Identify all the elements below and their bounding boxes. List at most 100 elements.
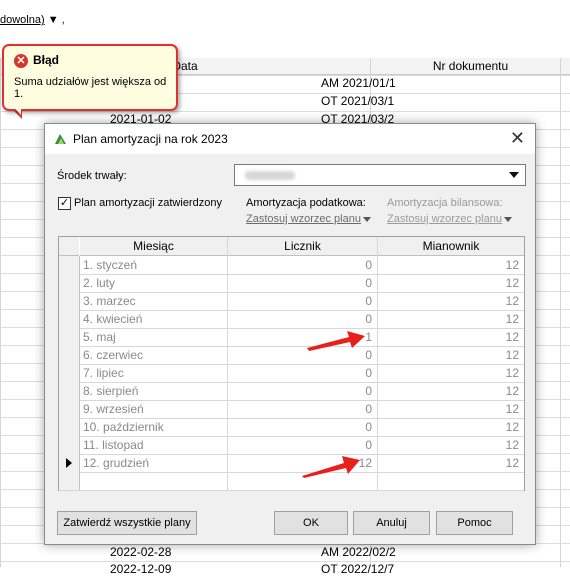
numerator-cell[interactable]: 0 — [229, 364, 372, 382]
denominator-cell[interactable]: 12 — [379, 346, 519, 364]
denominator-cell[interactable]: 12 — [379, 382, 519, 400]
grid-header-numerator[interactable]: Licznik — [228, 237, 377, 256]
month-cell[interactable]: 4. kwiecień — [83, 310, 223, 328]
tax-depreciation-label: Amortyzacja podatkowa: — [246, 197, 366, 209]
dialog-title: Plan amortyzacji na rok 2023 — [73, 132, 228, 146]
grid-header-denominator[interactable]: Mianownik — [378, 237, 524, 256]
table-row[interactable]: 1. styczeń 0 12 — [59, 256, 524, 275]
approved-checkbox-label[interactable]: Plan amortyzacji zatwierdzony — [74, 197, 222, 209]
month-cell[interactable]: 10. październik — [83, 418, 223, 436]
row-indicator[interactable] — [59, 256, 80, 274]
denominator-cell[interactable]: 12 — [379, 274, 519, 292]
month-cell[interactable]: 1. styczeń — [83, 256, 223, 274]
denominator-cell[interactable]: 12 — [379, 328, 519, 346]
table-row[interactable]: 4. kwiecień 0 12 — [59, 310, 524, 329]
asset-label: Środek trwały: — [57, 170, 127, 182]
bg-row-doc: OT 2021/03/1 — [321, 94, 395, 108]
table-row-empty[interactable] — [59, 472, 524, 491]
bg-row-date: 2022-02-28 — [110, 545, 172, 559]
table-row[interactable]: 6. czerwiec 0 12 — [59, 346, 524, 365]
numerator-cell[interactable]: 0 — [229, 292, 372, 310]
bg-row-doc: OT 2022/12/7 — [321, 562, 395, 576]
month-cell[interactable]: 8. sierpień — [83, 382, 223, 400]
numerator-cell[interactable]: 0 — [229, 382, 372, 400]
row-indicator[interactable] — [59, 364, 80, 382]
row-indicator[interactable] — [59, 292, 80, 310]
table-row[interactable]: 11. listopad 0 12 — [59, 436, 524, 455]
month-cell[interactable]: 2. luty — [83, 274, 223, 292]
dialog-titlebar[interactable]: Plan amortyzacji na rok 2023 ✕ — [45, 124, 535, 154]
denominator-cell[interactable]: 12 — [379, 454, 519, 472]
st-logo-icon — [55, 134, 66, 144]
table-row[interactable]: 12. grudzień 12 12 — [59, 454, 524, 473]
table-row[interactable]: 3. marzec 0 12 — [59, 292, 524, 311]
annotation-arrow-icon — [307, 331, 365, 351]
bg-row-doc: AM 2022/02/2 — [321, 545, 396, 559]
row-indicator[interactable] — [59, 382, 80, 400]
denominator-cell[interactable]: 12 — [379, 364, 519, 382]
numerator-cell[interactable]: 0 — [229, 274, 372, 292]
filter-dropdown-icon[interactable]: ▼ — [48, 14, 59, 26]
row-indicator[interactable] — [59, 328, 80, 346]
denominator-cell[interactable]: 12 — [379, 256, 519, 274]
table-row[interactable]: 9. wrzesień 0 12 — [59, 400, 524, 419]
background-top-text: dowolna) ▼ , — [0, 14, 65, 26]
numerator-cell[interactable]: 0 — [229, 418, 372, 436]
row-indicator[interactable] — [59, 454, 80, 472]
row-indicator[interactable] — [59, 310, 80, 328]
chevron-down-icon[interactable] — [509, 172, 519, 178]
approved-checkbox[interactable]: ✓ — [58, 197, 71, 210]
bg-divider — [560, 58, 561, 567]
numerator-cell[interactable]: 0 — [229, 400, 372, 418]
tax-apply-template-link[interactable]: Zastosuj wzorzec planu — [246, 213, 371, 225]
balance-apply-template-text: Zastosuj wzorzec planu — [387, 213, 502, 225]
balloon-tail-inner — [11, 104, 21, 115]
asset-select[interactable] — [234, 164, 526, 186]
grid-header-month[interactable]: Miesiąc — [80, 237, 227, 256]
denominator-cell[interactable]: 12 — [379, 292, 519, 310]
numerator-cell[interactable]: 0 — [229, 436, 372, 454]
numerator-cell[interactable]: 0 — [229, 256, 372, 274]
month-cell[interactable]: 6. czerwiec — [83, 346, 223, 364]
grid-divider — [227, 237, 228, 490]
balance-apply-template-link[interactable]: Zastosuj wzorzec planu — [387, 213, 512, 225]
error-x-icon: ✕ — [14, 54, 28, 68]
error-balloon[interactable]: ✕ Błąd Suma udziałów jest większa od 1. — [2, 44, 178, 111]
help-button[interactable]: Pomoc — [436, 511, 513, 535]
denominator-cell[interactable]: 12 — [379, 310, 519, 328]
month-cell[interactable]: 11. listopad — [83, 436, 223, 454]
month-cell[interactable]: 5. maj — [83, 328, 223, 346]
table-row[interactable]: 5. maj 1 12 — [59, 328, 524, 347]
month-cell[interactable]: 7. lipiec — [83, 364, 223, 382]
background-filter-link[interactable]: dowolna) — [0, 14, 45, 26]
row-indicator[interactable] — [59, 346, 80, 364]
close-icon[interactable]: ✕ — [510, 128, 525, 148]
row-indicator[interactable] — [59, 418, 80, 436]
table-row[interactable]: 8. sierpień 0 12 — [59, 382, 524, 401]
bg-row-line — [0, 111, 570, 112]
dropdown-arrow-icon — [503, 216, 512, 222]
depreciation-plan-dialog[interactable]: Plan amortyzacji na rok 2023 ✕ Środek tr… — [44, 123, 536, 545]
table-row[interactable]: 2. luty 0 12 — [59, 274, 524, 293]
numerator-cell[interactable]: 0 — [229, 310, 372, 328]
background-comma: , — [61, 14, 65, 26]
table-row[interactable]: 7. lipiec 0 12 — [59, 364, 524, 383]
approve-all-plans-button[interactable]: Zatwierdź wszystkie plany — [57, 511, 197, 535]
row-indicator[interactable] — [59, 400, 80, 418]
denominator-cell[interactable]: 12 — [379, 436, 519, 454]
month-cell[interactable]: 12. grudzień — [83, 454, 223, 472]
row-indicator[interactable] — [59, 472, 80, 490]
table-row[interactable]: 10. październik 0 12 — [59, 418, 524, 437]
plan-grid[interactable]: Miesiąc Licznik Mianownik 1. styczeń 0 12 2… — [58, 236, 525, 491]
denominator-cell[interactable]: 12 — [379, 400, 519, 418]
ok-button[interactable]: OK — [274, 511, 348, 535]
month-cell[interactable]: 3. marzec — [83, 292, 223, 310]
bg-divider — [0, 58, 1, 567]
month-cell[interactable]: 9. wrzesień — [83, 400, 223, 418]
bg-header-doc[interactable]: Nr dokumentu — [371, 58, 570, 75]
denominator-cell[interactable]: 12 — [379, 418, 519, 436]
row-indicator[interactable] — [59, 436, 80, 454]
row-indicator[interactable] — [59, 274, 80, 292]
cancel-button[interactable]: Anuluj — [353, 511, 430, 535]
dropdown-arrow-icon — [362, 216, 371, 222]
